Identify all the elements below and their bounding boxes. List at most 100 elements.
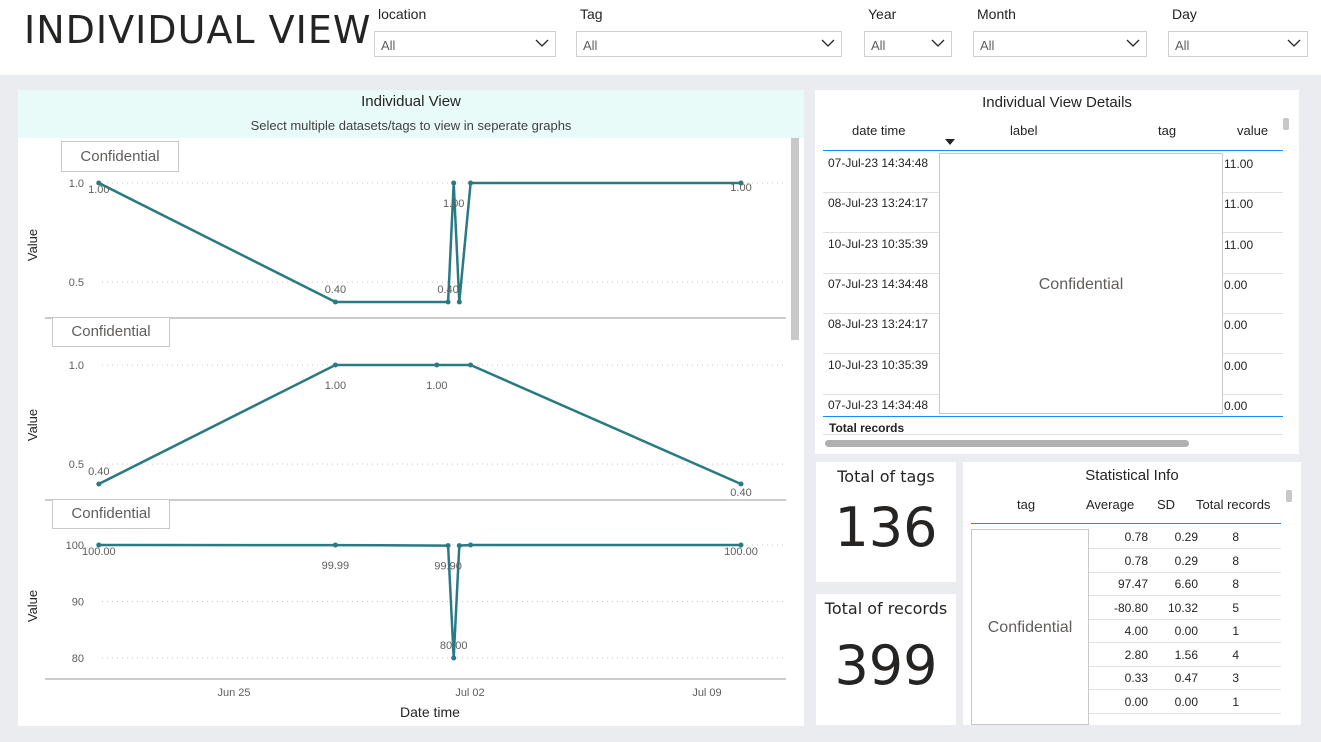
stats-cell-sd: 1.56 [1174, 647, 1198, 662]
stats-cell-average: -80.80 [1113, 600, 1148, 615]
filter-day[interactable]: Day All [1168, 0, 1308, 75]
series-line [98, 363, 742, 486]
sort-desc-icon[interactable] [945, 139, 955, 145]
stats-col-tag[interactable]: tag [1017, 497, 1035, 512]
details-cell-value: 11.00 [1224, 157, 1254, 171]
details-cell-date: 07-Jul-23 14:34:48 [828, 397, 929, 412]
details-total-line [823, 416, 1283, 417]
chevron-down-icon [931, 39, 945, 47]
chevron-down-icon [1287, 39, 1301, 47]
total-records-value: 399 [834, 634, 938, 697]
table-row[interactable]: 0.00 0.00 1 [1089, 691, 1281, 714]
table-row[interactable]: 0.78 0.29 8 [1089, 526, 1281, 549]
filter-year-dropdown[interactable]: All [864, 31, 952, 57]
details-cell-value: 0.00 [1224, 358, 1248, 373]
y-tick-label: 1.0 [69, 178, 84, 190]
data-label: 0.40 [325, 284, 346, 296]
filter-location-value: All [381, 38, 396, 53]
chevron-down-icon [1126, 39, 1140, 47]
stats-cell-total: 8 [1232, 577, 1239, 591]
filter-day-value: All [1175, 38, 1190, 53]
table-row[interactable]: 0.78 0.29 8 [1089, 550, 1281, 573]
stats-title: Statistical Info [1085, 467, 1179, 484]
stats-cell-average: 0.78 [1124, 530, 1148, 544]
filter-location[interactable]: location All [374, 0, 556, 75]
x-axis-label: Date time [400, 704, 460, 720]
filter-year[interactable]: Year All [864, 0, 952, 75]
data-point [445, 299, 451, 305]
data-point [456, 299, 462, 305]
y-tick-label: 0.5 [69, 277, 84, 289]
stats-cell-average: 4.00 [1124, 624, 1148, 638]
y-tick-label: 80 [72, 653, 84, 665]
stats-scroll-thumb[interactable] [1286, 490, 1292, 502]
details-cell-value: 11.00 [1224, 237, 1254, 252]
chart-1-title: Confidential [61, 141, 179, 172]
filter-month-value: All [980, 38, 995, 53]
filter-month[interactable]: Month All [973, 0, 1147, 75]
details-title: Individual View Details [982, 94, 1132, 111]
details-cell-date: 08-Jul-23 13:24:17 [828, 317, 929, 332]
stats-cell-total: 5 [1232, 600, 1239, 615]
stats-cell-average: 0.78 [1124, 553, 1148, 568]
chart-3-title: Confidential [52, 499, 170, 529]
details-col-date[interactable]: date time [852, 123, 905, 138]
details-panel: Individual View Details date time label … [815, 90, 1299, 454]
table-row[interactable]: -80.80 10.32 5 [1089, 597, 1281, 620]
series-line [98, 543, 741, 660]
data-point [332, 542, 338, 548]
table-row[interactable]: 0.33 0.47 3 [1089, 667, 1281, 690]
x-tick-label: Jun 25 [217, 687, 250, 699]
details-cell-date: 08-Jul-23 13:24:17 [828, 196, 929, 211]
stats-cell-average: 2.80 [1124, 647, 1148, 662]
filter-day-label: Day [1172, 6, 1197, 22]
filter-month-dropdown[interactable]: All [973, 31, 1147, 57]
chevron-down-icon [535, 39, 549, 47]
details-col-label[interactable]: label [1010, 123, 1037, 138]
filter-tag[interactable]: Tag All [576, 0, 842, 75]
individual-view-panel: Individual View Select multiple datasets… [18, 90, 804, 726]
stats-col-total[interactable]: Total records [1196, 497, 1270, 512]
filter-tag-dropdown[interactable]: All [576, 31, 842, 57]
stats-panel: Statistical Info tag Average SD Total re… [963, 462, 1301, 725]
data-label: 99.90 [434, 561, 462, 573]
details-cell-date: 10-Jul-23 10:35:39 [828, 236, 929, 251]
details-cell-value: 0.00 [1224, 318, 1248, 333]
data-point [332, 362, 338, 368]
data-label: 1.00 [443, 198, 464, 210]
data-label: 1.00 [426, 380, 447, 392]
filter-location-dropdown[interactable]: All [374, 31, 556, 57]
data-point [451, 655, 457, 661]
stats-col-average[interactable]: Average [1086, 497, 1134, 512]
data-point [468, 180, 474, 186]
details-label-merged-cell: Confidential [939, 153, 1223, 414]
stats-cell-average: 97.47 [1117, 577, 1148, 591]
data-point [445, 543, 451, 549]
y-tick-label: 0.5 [69, 459, 84, 471]
filter-month-label: Month [977, 6, 1016, 22]
filter-day-dropdown[interactable]: All [1168, 31, 1308, 57]
x-tick-label: Jul 02 [455, 687, 484, 699]
details-col-tag[interactable]: tag [1158, 123, 1176, 138]
stats-cell-total: 4 [1232, 647, 1239, 662]
page-title: INDIVIDUAL VIEW [24, 8, 372, 52]
table-row[interactable]: 2.80 1.56 4 [1089, 644, 1281, 667]
total-tags-label: Total of tags [837, 467, 935, 486]
chart-2-title: Confidential [52, 317, 170, 347]
details-horizontal-scrollbar[interactable] [825, 440, 1189, 447]
data-point [468, 542, 474, 548]
details-col-value[interactable]: value [1237, 123, 1268, 138]
details-header-line [823, 150, 1283, 151]
y-tick-label: 90 [72, 597, 84, 609]
table-row[interactable]: 4.00 0.00 1 [1089, 620, 1281, 643]
table-row[interactable]: 97.47 6.60 8 [1089, 573, 1281, 596]
details-cell-date: 07-Jul-23 14:34:48 [828, 156, 929, 170]
details-scroll-thumb[interactable] [1283, 118, 1289, 130]
stats-cell-total: 3 [1232, 671, 1239, 685]
details-cell-value: 11.00 [1224, 197, 1254, 212]
details-confidential-text: Confidential [1038, 276, 1124, 293]
charts-canvas: 1.0 0.5 Value 1.00 0.40 0.40 1.00 1.00 1.0 0.5 Val… [25, 178, 786, 720]
data-label: 1.00 [730, 182, 751, 194]
stats-col-sd[interactable]: SD [1157, 497, 1175, 512]
stats-cell-total: 1 [1232, 624, 1239, 638]
